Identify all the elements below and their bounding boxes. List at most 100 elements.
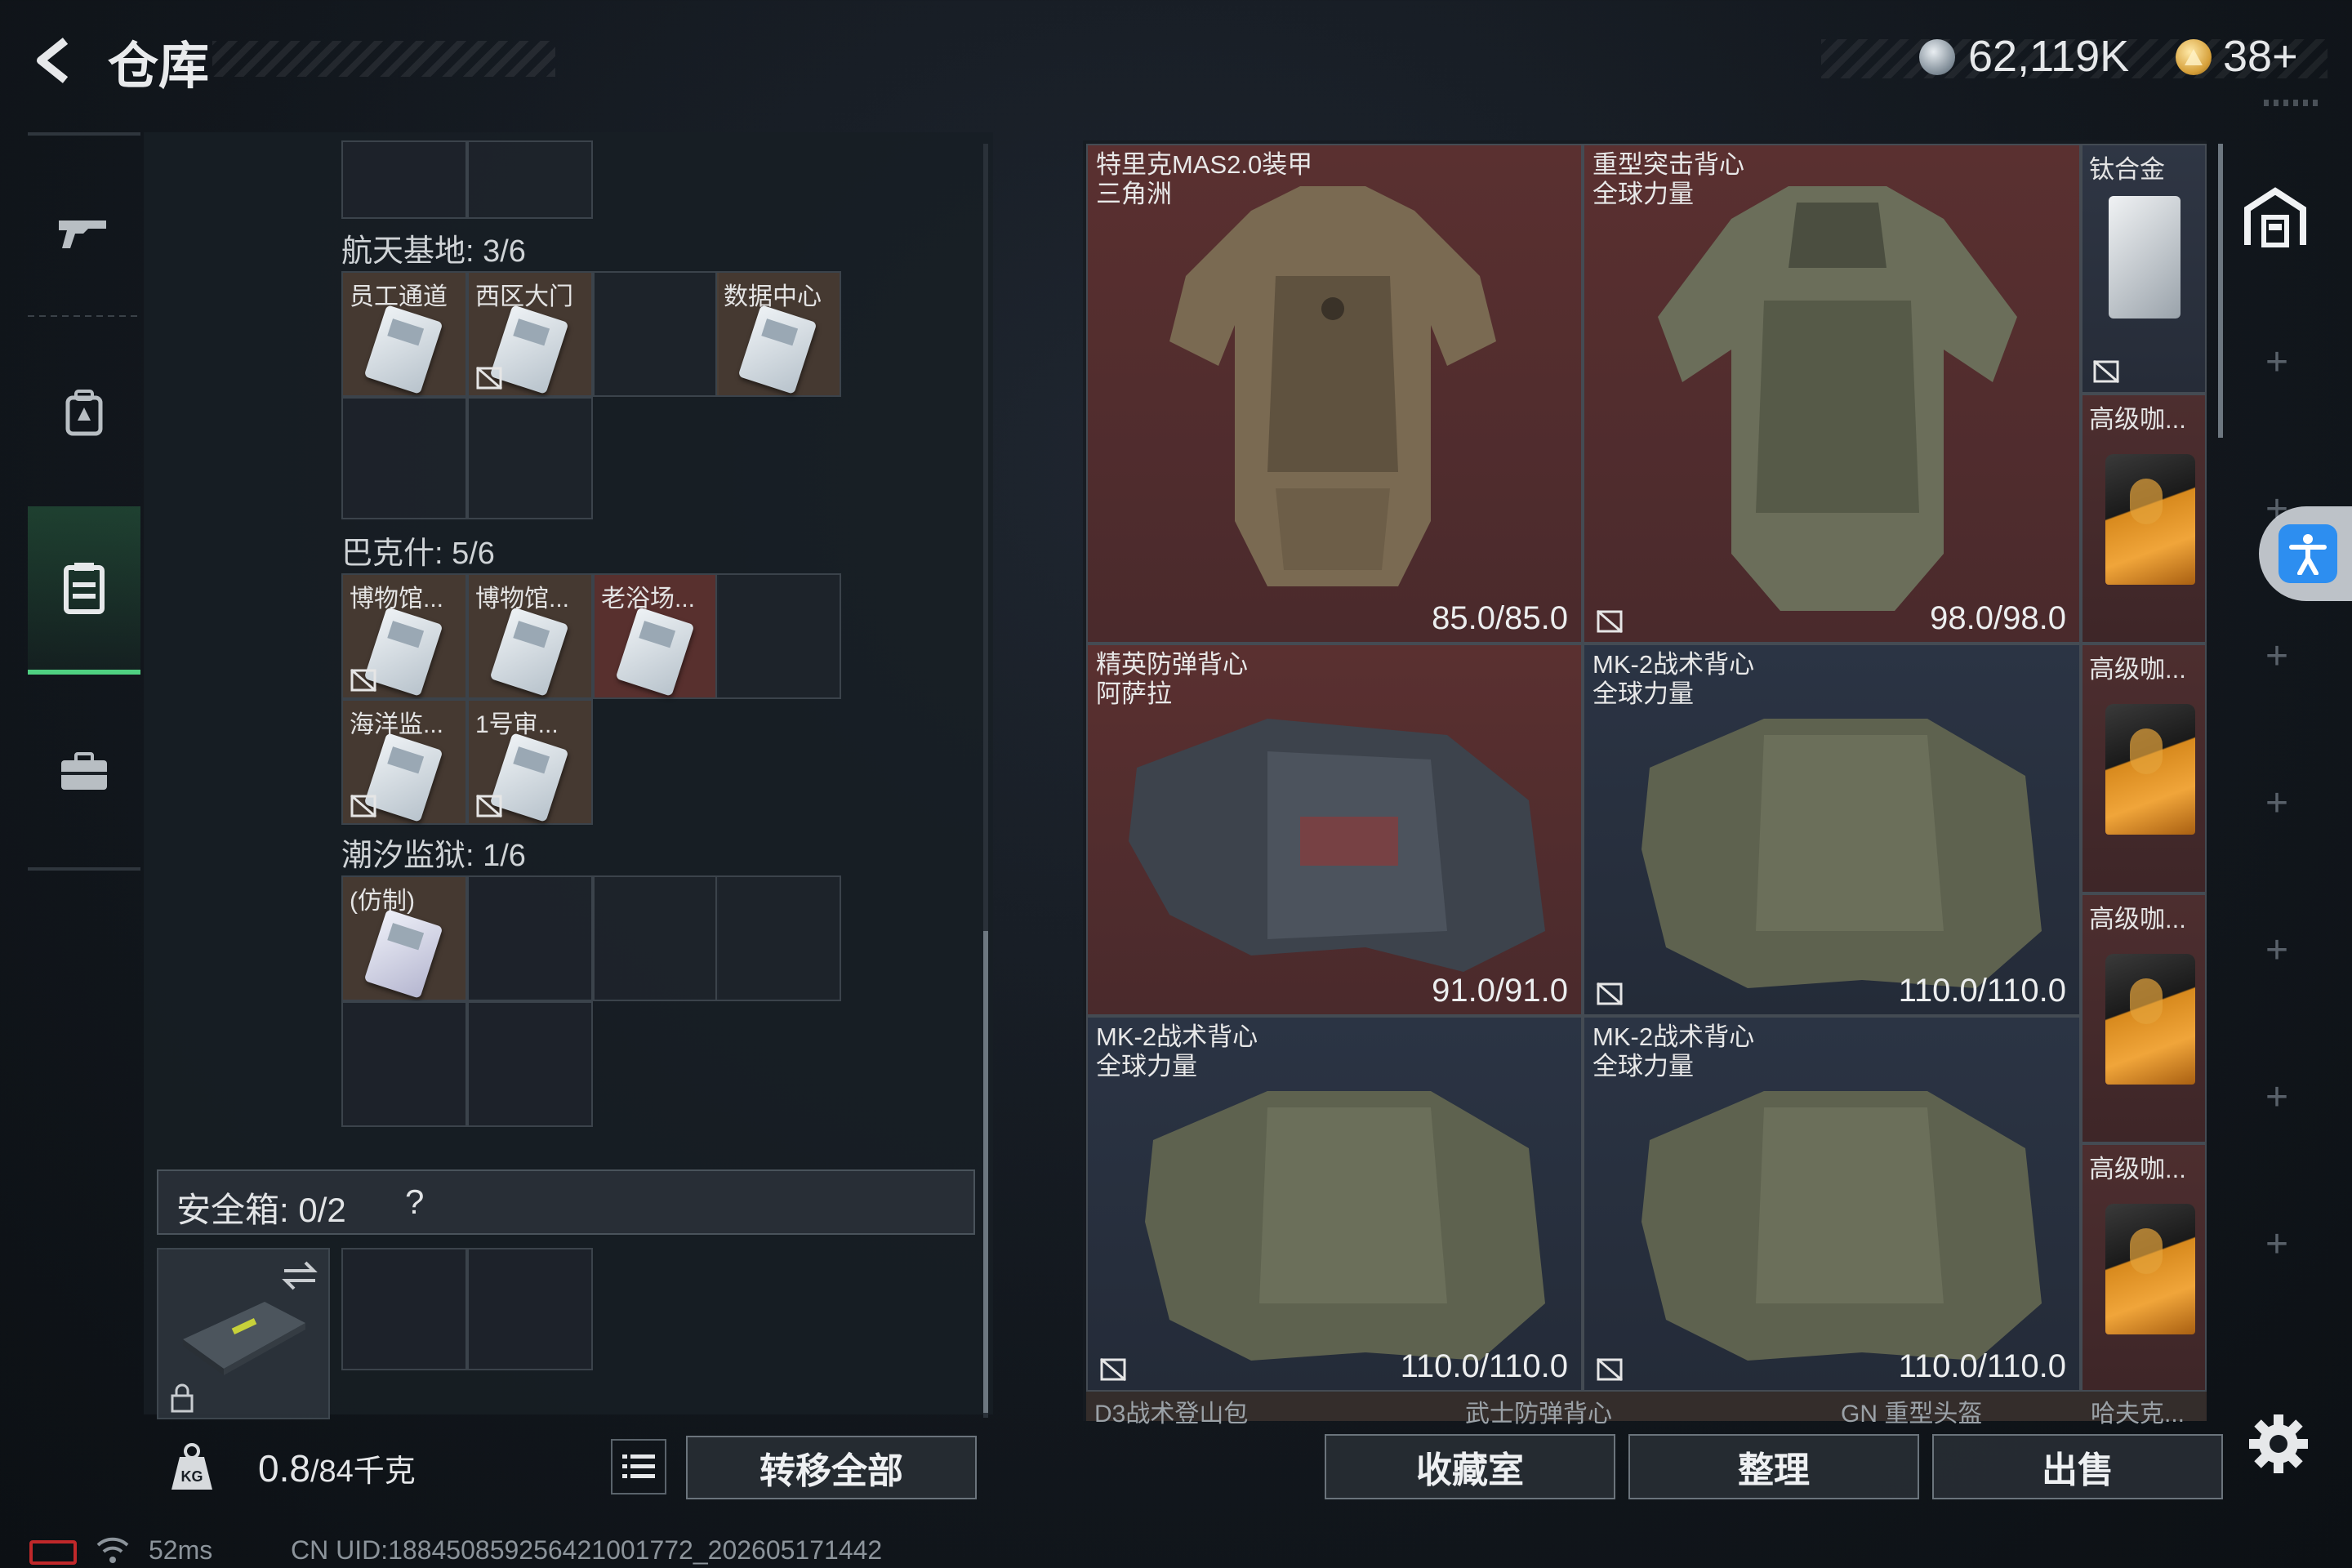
coffee-item[interactable]: 高级咖... <box>2081 1143 2207 1392</box>
group-label-aerospace: 航天基地: 3/6 <box>341 234 526 269</box>
peek-item: GN 重型头盔 <box>1841 1401 1983 1428</box>
key-card[interactable]: 数据中心 <box>715 271 841 397</box>
durability: 85.0/85.0 <box>1432 600 1568 636</box>
grid-cell[interactable] <box>593 875 719 1001</box>
no-insure-icon <box>350 668 376 693</box>
list-view-button[interactable] <box>611 1439 666 1494</box>
armor-item[interactable]: 精英防弹背心 阿萨拉 91.0/91.0 <box>1086 644 1583 1016</box>
weight-capacity: /84千克 <box>310 1454 416 1489</box>
coffee-item[interactable]: 高级咖... <box>2081 893 2207 1143</box>
sort-button[interactable]: 整理 <box>1628 1434 1919 1499</box>
grid-cell[interactable] <box>467 1001 593 1127</box>
peek-item: 哈夫克... <box>2091 1401 2185 1428</box>
key-card[interactable]: 海洋监... <box>341 699 467 825</box>
nav-backpack[interactable] <box>28 343 140 482</box>
backpack-icon <box>65 390 103 436</box>
keycard-icon <box>363 305 443 394</box>
safe-box-slot[interactable] <box>341 1248 467 1370</box>
left-scrollbar-thumb[interactable] <box>983 931 988 1413</box>
card-name: 博物馆... <box>350 586 444 612</box>
item-name: 重型突击背心 全球力量 <box>1592 150 1744 208</box>
card-name: 西区大门 <box>475 283 573 310</box>
armor-item[interactable]: MK-2战术背心 全球力量 110.0/110.0 <box>1583 644 2081 1016</box>
durability: 91.0/91.0 <box>1432 973 1568 1009</box>
no-insure-icon <box>1597 982 1623 1006</box>
safe-case-icon <box>183 1302 305 1375</box>
transfer-all-button[interactable]: 转移全部 <box>686 1436 977 1499</box>
key-card[interactable]: 博物馆... <box>341 573 467 699</box>
titanium-item[interactable]: 钛合金 <box>2081 144 2207 394</box>
money-value: 62,119K <box>1968 32 2130 81</box>
tactical-vest-icon <box>1642 719 2042 988</box>
nav-storage-active[interactable] <box>28 506 140 675</box>
add-slot-icon[interactable]: + <box>2262 931 2292 970</box>
svg-text:KG: KG <box>181 1468 203 1485</box>
nav-briefcase[interactable] <box>28 702 140 841</box>
nav-divider <box>28 315 140 317</box>
briefcase-icon <box>61 752 107 790</box>
add-slot-icon[interactable]: + <box>2262 637 2292 676</box>
back-arrow-icon[interactable] <box>24 31 83 90</box>
grid-cell[interactable] <box>715 573 841 699</box>
keycard-icon <box>363 909 443 999</box>
grid-cell[interactable] <box>467 875 593 1001</box>
keycard-icon <box>737 305 817 394</box>
coffee-item[interactable]: 高级咖... <box>2081 644 2207 893</box>
add-slot-icon[interactable]: + <box>2262 1225 2292 1264</box>
grid-cell[interactable] <box>467 140 593 219</box>
card-name: 海洋监... <box>350 711 444 738</box>
key-card[interactable]: 博物馆... <box>467 573 593 699</box>
grid-cell[interactable] <box>341 397 467 519</box>
right-scrollbar-thumb[interactable] <box>2218 144 2223 438</box>
durability: 98.0/98.0 <box>1930 600 2066 636</box>
grid-cell[interactable] <box>715 875 841 1001</box>
next-row-peek[interactable]: D3战术登山包 武士防弹背心 GN 重型头盔 哈夫克... <box>1086 1392 2207 1428</box>
coffee-item[interactable]: 高级咖... <box>2081 394 2207 644</box>
sell-button[interactable]: 出售 <box>1932 1434 2223 1499</box>
armor-item[interactable]: 特里克MAS2.0装甲 三角洲 85.0/85.0 <box>1086 144 1583 644</box>
weight-icon: KG <box>170 1442 214 1491</box>
armor-item[interactable]: 重型突击背心 全球力量 98.0/98.0 <box>1583 144 2081 644</box>
card-name: 员工通道 <box>350 283 448 310</box>
armor-item[interactable]: MK-2战术背心 全球力量 110.0/110.0 <box>1086 1016 1583 1392</box>
add-slot-icon[interactable]: + <box>2262 343 2292 382</box>
lock-icon <box>171 1383 194 1413</box>
key-card[interactable]: 西区大门 <box>467 271 593 397</box>
grid-cell[interactable] <box>593 271 719 397</box>
grid-cell[interactable] <box>341 140 467 219</box>
armor-item[interactable]: MK-2战术背心 全球力量 110.0/110.0 <box>1583 1016 2081 1392</box>
swap-icon[interactable] <box>281 1259 318 1292</box>
keycard-icon <box>615 607 695 697</box>
coffee-bag-icon <box>2105 1204 2195 1334</box>
item-name: MK-2战术背心 全球力量 <box>1096 1022 1258 1080</box>
card-name: 1号审... <box>475 711 559 738</box>
collection-room-button[interactable]: 收藏室 <box>1325 1434 1615 1499</box>
safe-box-slot[interactable] <box>467 1248 593 1370</box>
ticket-value[interactable]: 38+ <box>2223 31 2298 82</box>
grid-cell[interactable] <box>467 397 593 519</box>
safe-box-container[interactable] <box>157 1248 330 1419</box>
assault-vest-icon <box>1658 186 2017 611</box>
key-card[interactable]: (仿制) <box>341 875 467 1001</box>
key-card[interactable]: 老浴场... <box>593 573 719 699</box>
key-card[interactable]: 员工通道 <box>341 271 467 397</box>
accessibility-button[interactable] <box>2259 506 2352 601</box>
coffee-bag-icon <box>2105 454 2195 585</box>
coffee-bag-icon <box>2105 954 2195 1085</box>
page-title: 仓库 <box>108 38 210 95</box>
item-name: 高级咖... <box>2089 405 2186 434</box>
weight-current: 0.8 <box>258 1447 310 1490</box>
add-slot-icon[interactable]: + <box>2262 784 2292 823</box>
weight-readout: 0.8/84千克 <box>258 1446 416 1490</box>
ingot-icon <box>2109 196 2180 318</box>
gear-icon[interactable] <box>2247 1413 2310 1475</box>
key-card[interactable]: 1号审... <box>467 699 593 825</box>
item-name: 高级咖... <box>2089 655 2186 684</box>
add-slot-icon[interactable]: + <box>2262 1078 2292 1117</box>
grid-cell[interactable] <box>341 1001 467 1127</box>
list-icon <box>622 1454 655 1478</box>
warehouse-icon[interactable] <box>2243 185 2308 250</box>
help-icon[interactable]: ? <box>405 1183 424 1222</box>
wifi-icon <box>96 1535 129 1565</box>
nav-weapon[interactable] <box>28 163 140 302</box>
